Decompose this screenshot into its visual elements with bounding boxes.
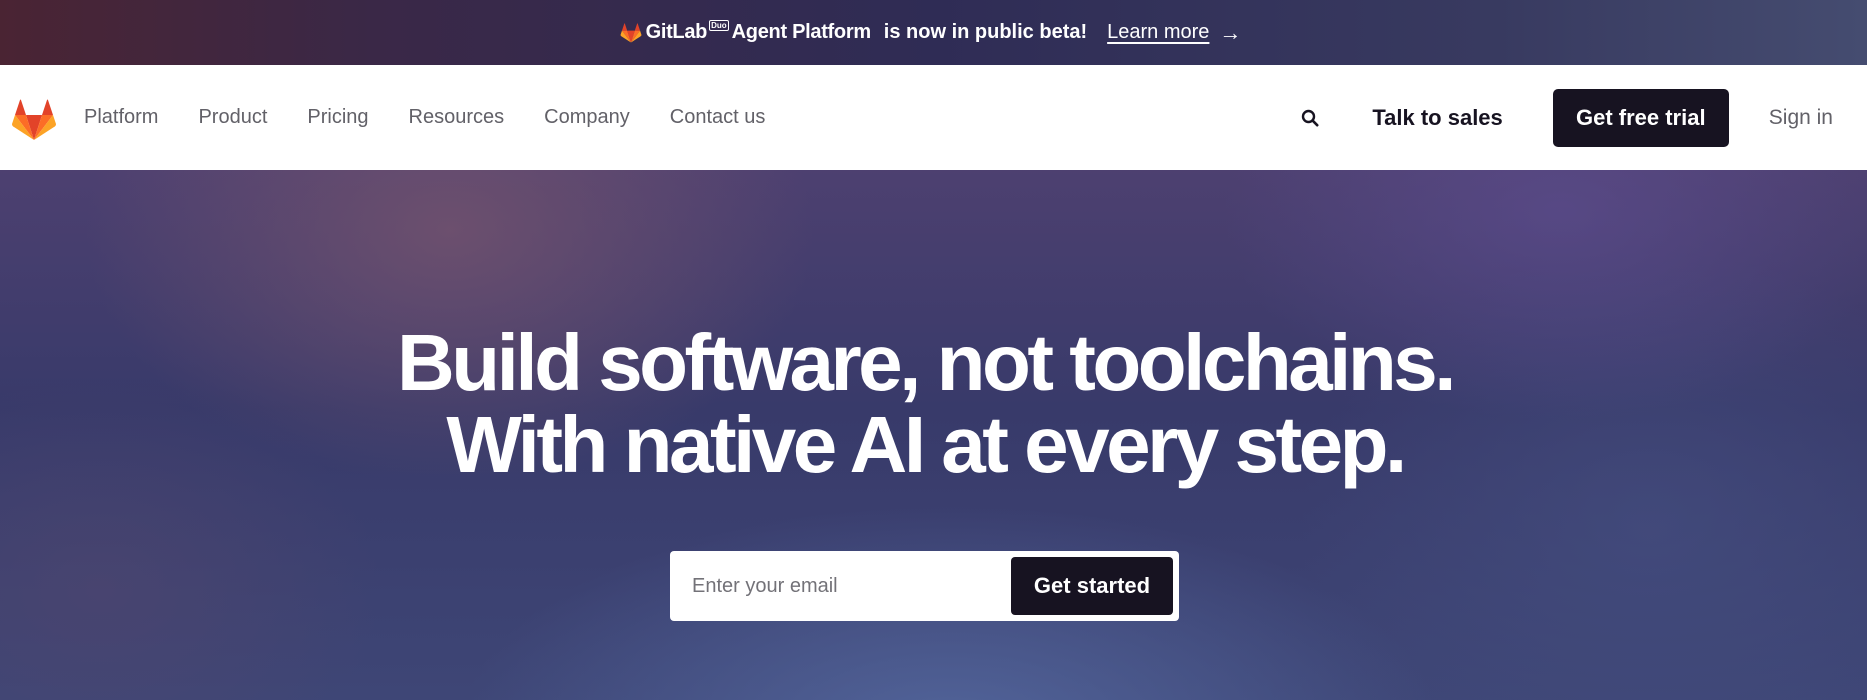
nav-links: Platform Product Pricing Resources Compa… xyxy=(84,65,805,170)
hero-heading: Build software, not toolchains. With nat… xyxy=(0,322,1850,486)
banner-product-name: Agent Platform xyxy=(731,21,871,43)
nav-item-platform[interactable]: Platform xyxy=(84,106,158,129)
hero-heading-line-2: With native AI at every step. xyxy=(446,400,1407,489)
arrow-right-icon[interactable]: → xyxy=(1219,20,1241,46)
nav-actions: Talk to sales Get free trial Sign in xyxy=(1290,65,1867,170)
nav-item-resources[interactable]: Resources xyxy=(409,106,505,129)
search-icon xyxy=(1302,109,1319,127)
banner-brand: GitLab xyxy=(645,21,708,43)
nav-item-contact-us[interactable]: Contact us xyxy=(670,106,766,129)
email-signup-form: Get started xyxy=(670,551,1179,621)
announcement-banner: GitLab Duo Agent Platform is now in publ… xyxy=(0,0,1867,65)
banner-duo-badge: Duo xyxy=(709,20,729,31)
email-input[interactable] xyxy=(670,556,1011,616)
get-free-trial-button[interactable]: Get free trial xyxy=(1552,88,1729,147)
nav-item-pricing[interactable]: Pricing xyxy=(307,106,368,129)
nav-item-product[interactable]: Product xyxy=(198,106,267,129)
nav-item-company[interactable]: Company xyxy=(544,106,630,129)
hero-heading-line-1: Build software, not toolchains. xyxy=(397,318,1457,407)
gitlab-tanuki-icon[interactable] xyxy=(12,99,56,141)
banner-message: is now in public beta! xyxy=(883,21,1088,43)
sign-in-link[interactable]: Sign in xyxy=(1769,106,1833,130)
get-started-button[interactable]: Get started xyxy=(1011,557,1173,615)
banner-content: GitLab Duo Agent Platform is now in publ… xyxy=(620,20,1241,46)
search-button[interactable] xyxy=(1290,98,1330,138)
hero-section: Build software, not toolchains. With nat… xyxy=(0,170,1867,700)
learn-more-link[interactable]: Learn more xyxy=(1107,21,1209,44)
main-navbar: Platform Product Pricing Resources Compa… xyxy=(0,65,1867,170)
talk-to-sales-link[interactable]: Talk to sales xyxy=(1372,105,1502,131)
gitlab-tanuki-icon xyxy=(620,22,642,43)
